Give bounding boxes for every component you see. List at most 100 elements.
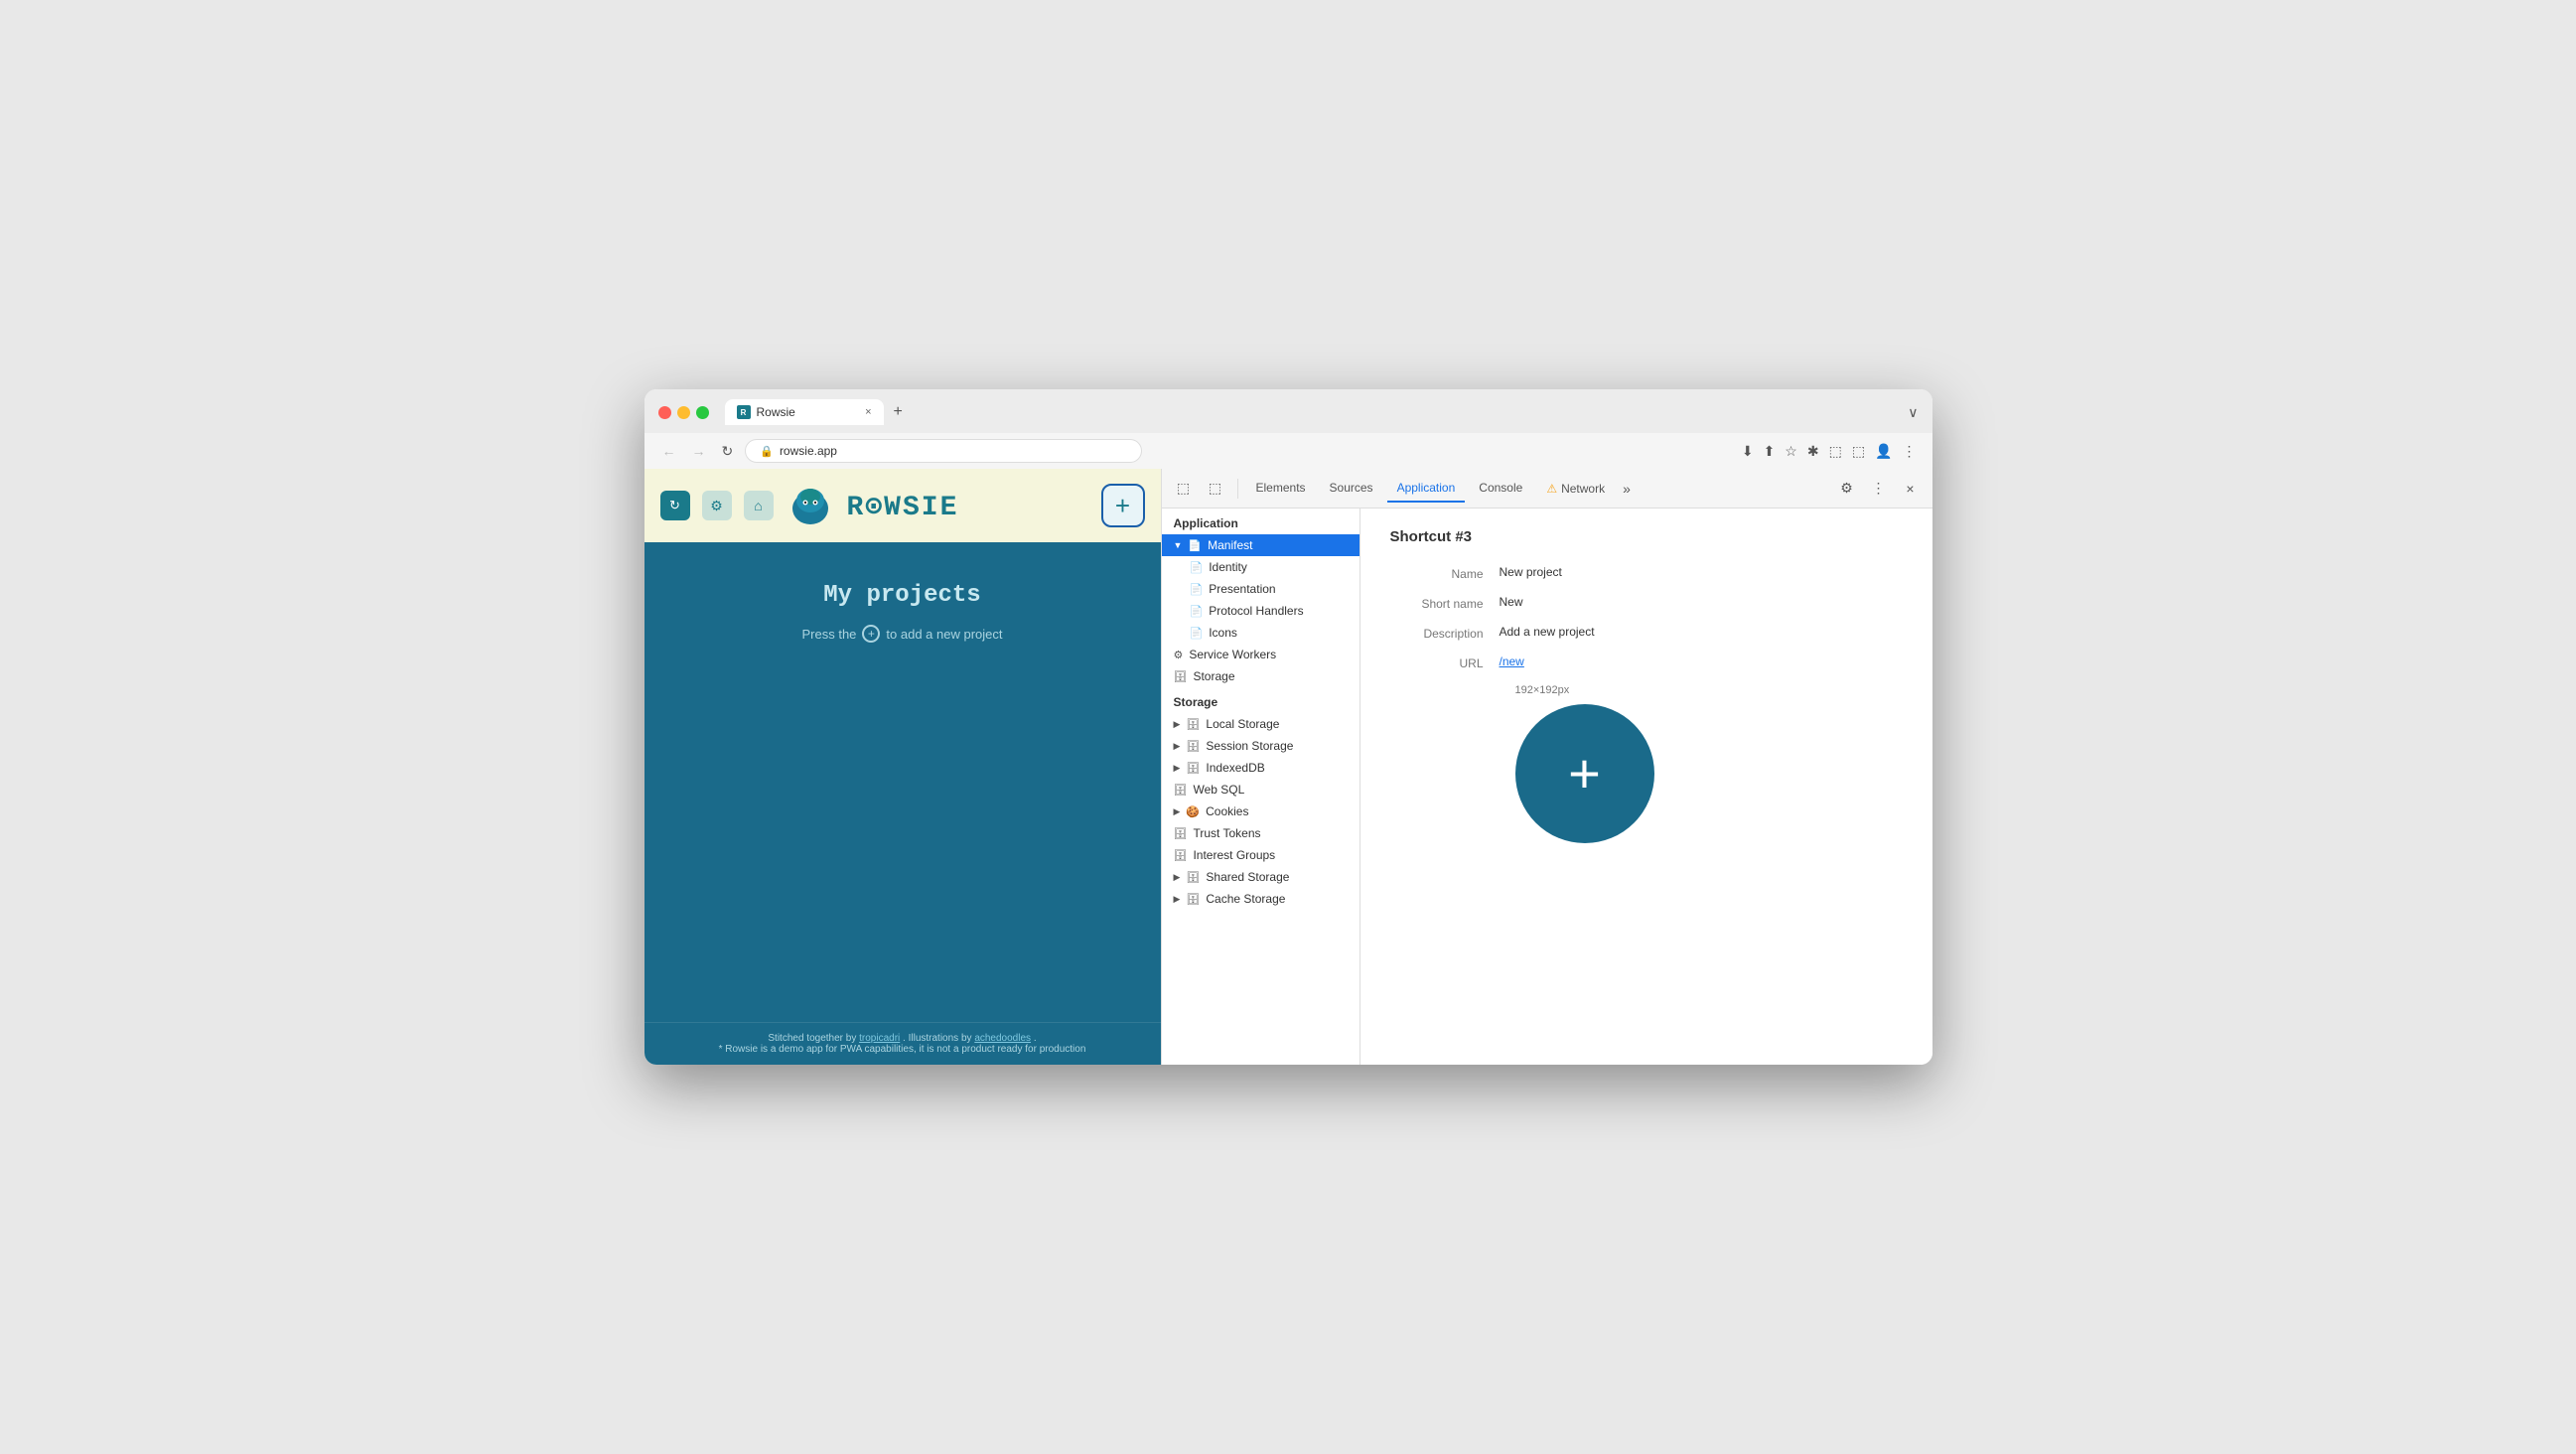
tab-application[interactable]: Application (1387, 475, 1466, 503)
traffic-light-yellow[interactable] (677, 406, 690, 419)
add-instruction: Press the + to add a new project (802, 625, 1003, 643)
tab-sources[interactable]: Sources (1320, 475, 1383, 503)
new-tab-button[interactable]: + (888, 401, 909, 423)
toolbar-separator (1237, 479, 1238, 499)
shortcut-title: Shortcut #3 (1390, 528, 1903, 545)
devtools-cursor-btn[interactable]: ⬚ (1170, 475, 1198, 503)
shared-storage-label: Shared Storage (1206, 870, 1289, 884)
site-home-icon[interactable]: ⌂ (744, 491, 774, 520)
browser-tab-active[interactable]: R Rowsie × (725, 399, 884, 425)
devtools-sidebar: Application ▼ 📄 Manifest 📄 Identity 📄 Pr… (1162, 509, 1360, 1065)
identity-file-icon: 📄 (1190, 561, 1204, 574)
storage-main-label: Storage (1193, 669, 1234, 683)
service-workers-icon: ⚙ (1174, 649, 1184, 661)
address-text: rowsie.app (780, 444, 837, 458)
devtools-more-tabs[interactable]: » (1619, 477, 1635, 501)
sidebar-item-interest-groups[interactable]: 🗄 Interest Groups (1162, 844, 1360, 866)
devtools-split-btn[interactable]: ⬚ (1202, 475, 1229, 503)
sidebar-item-identity[interactable]: 📄 Identity (1162, 556, 1360, 578)
sidebar-item-web-sql[interactable]: 🗄 Web SQL (1162, 779, 1360, 800)
cache-storage-expand: ▶ (1174, 894, 1181, 905)
icon-preview-circle: + (1515, 704, 1654, 843)
manifest-file-icon: 📄 (1188, 539, 1202, 552)
forward-button[interactable]: → (688, 441, 710, 461)
split-view-icon[interactable]: ⬚ (1850, 441, 1867, 462)
bookmark-icon[interactable]: ☆ (1783, 441, 1799, 462)
tab-overflow-btn[interactable]: ∨ (1908, 404, 1918, 421)
site-refresh-icon[interactable]: ↻ (660, 491, 690, 520)
reload-button[interactable]: ↻ (718, 441, 738, 462)
detail-row-url: URL /new (1390, 654, 1903, 670)
sidebar-item-indexeddb[interactable]: ▶ 🗄 IndexedDB (1162, 757, 1360, 779)
tab-close-btn[interactable]: × (865, 406, 871, 418)
lock-icon: 🔒 (760, 445, 774, 458)
devtools-panel: ⬚ ⬚ Elements Sources Application Console… (1161, 469, 1932, 1065)
tab-elements[interactable]: Elements (1246, 475, 1316, 503)
share-icon[interactable]: ⬆ (1762, 441, 1778, 462)
detail-row-name: Name New project (1390, 565, 1903, 581)
devtools-close-btn[interactable]: × (1897, 475, 1925, 503)
address-input[interactable]: 🔒 rowsie.app (745, 439, 1142, 463)
site-settings-icon[interactable]: ⚙ (702, 491, 732, 520)
sidebar-item-trust-tokens[interactable]: 🗄 Trust Tokens (1162, 822, 1360, 844)
main-content: ↻ ⚙ ⌂ R⊙WSIE + (644, 469, 1932, 1065)
sidebar-item-local-storage[interactable]: ▶ 🗄 Local Storage (1162, 713, 1360, 735)
add-project-button[interactable]: + (1101, 484, 1145, 527)
tab-console[interactable]: Console (1469, 475, 1532, 503)
site-mascot (786, 481, 835, 530)
devtools-settings-btn[interactable]: ⚙ (1833, 475, 1861, 503)
instruction-text2: to add a new project (886, 627, 1002, 642)
footer-disclaimer: * Rowsie is a demo app for PWA capabilit… (664, 1044, 1141, 1055)
icons-label: Icons (1209, 626, 1237, 640)
back-button[interactable]: ← (658, 441, 680, 461)
browser-window: R Rowsie × + ∨ ← → ↻ 🔒 rowsie.app ⬇ ⬆ ☆ … (644, 389, 1932, 1065)
detail-row-shortname: Short name New (1390, 595, 1903, 611)
footer-link-tropicadri[interactable]: tropicadri (859, 1033, 900, 1044)
sidebar-item-shared-storage[interactable]: ▶ 🗄 Shared Storage (1162, 866, 1360, 888)
sidebar-item-session-storage[interactable]: ▶ 🗄 Session Storage (1162, 735, 1360, 757)
interest-groups-icon: 🗄 (1174, 849, 1188, 862)
menu-icon[interactable]: ⋮ (1901, 441, 1919, 462)
download-icon[interactable]: ⬇ (1740, 441, 1756, 462)
service-workers-label: Service Workers (1189, 648, 1276, 661)
interest-groups-label: Interest Groups (1193, 848, 1275, 862)
traffic-light-red[interactable] (658, 406, 671, 419)
sidebar-item-storage-main[interactable]: 🗄 Storage (1162, 665, 1360, 687)
extensions-icon[interactable]: ✱ (1805, 441, 1821, 462)
sidebar-item-protocol-handlers[interactable]: 📄 Protocol Handlers (1162, 600, 1360, 622)
sidebar-item-manifest[interactable]: ▼ 📄 Manifest (1162, 534, 1360, 556)
detail-value-description: Add a new project (1500, 625, 1595, 639)
devtools-settings-area: ⚙ ⋮ × (1833, 475, 1925, 503)
tab-favicon: R (737, 405, 751, 419)
website-footer: Stitched together by tropicadri . Illust… (644, 1022, 1161, 1065)
sidebar-item-presentation[interactable]: 📄 Presentation (1162, 578, 1360, 600)
protocol-label: Protocol Handlers (1209, 604, 1303, 618)
sidebar-item-service-workers[interactable]: ⚙ Service Workers (1162, 644, 1360, 665)
website-header: ↻ ⚙ ⌂ R⊙WSIE + (644, 469, 1161, 542)
sidebar-item-cache-storage[interactable]: ▶ 🗄 Cache Storage (1162, 888, 1360, 910)
sidebar-item-cookies[interactable]: ▶ 🍪 Cookies (1162, 800, 1360, 822)
cache-storage-icon: 🗄 (1186, 893, 1200, 906)
footer-link-achedoodles[interactable]: achedoodles (974, 1033, 1031, 1044)
session-storage-label: Session Storage (1206, 739, 1293, 753)
presentation-file-icon: 📄 (1190, 583, 1204, 596)
cache-storage-label: Cache Storage (1206, 892, 1285, 906)
web-sql-label: Web SQL (1193, 783, 1244, 797)
tab-network[interactable]: ⚠ Network (1536, 476, 1615, 502)
site-logo-text: R⊙WSIE (847, 489, 959, 523)
detail-value-shortname: New (1500, 595, 1523, 609)
session-storage-icon: 🗄 (1186, 740, 1200, 753)
detail-value-url[interactable]: /new (1500, 654, 1524, 668)
traffic-light-green[interactable] (696, 406, 709, 419)
devtools-menu-btn[interactable]: ⋮ (1865, 475, 1893, 503)
trust-tokens-label: Trust Tokens (1193, 826, 1260, 840)
sidebar-item-icons[interactable]: 📄 Icons (1162, 622, 1360, 644)
manifest-label: Manifest (1208, 538, 1252, 552)
presentation-label: Presentation (1209, 582, 1275, 596)
indexeddb-label: IndexedDB (1206, 761, 1264, 775)
pwa-install-icon[interactable]: ⬚ (1827, 441, 1844, 462)
profile-icon[interactable]: 👤 (1873, 441, 1894, 462)
protocol-file-icon: 📄 (1190, 605, 1204, 618)
footer-text2: . Illustrations by (903, 1033, 974, 1044)
storage-main-icon: 🗄 (1174, 670, 1188, 683)
